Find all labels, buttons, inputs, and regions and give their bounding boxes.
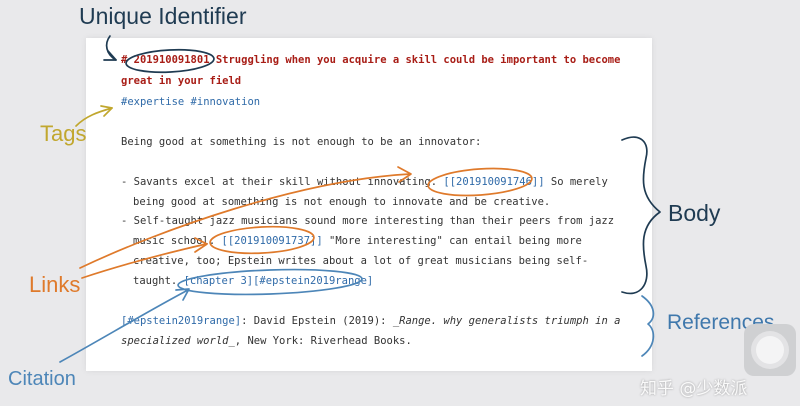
link-1-circle: [427, 167, 533, 197]
link-2-circle: [209, 225, 315, 255]
label-citation: Citation: [8, 368, 76, 390]
watermark: 知乎 @少数派: [640, 379, 748, 399]
floating-button[interactable]: [744, 324, 796, 376]
label-tags: Tags: [40, 121, 87, 146]
id-pointer-arrow: [105, 35, 117, 61]
links-arrow-2: [81, 243, 207, 279]
id-circle: [125, 48, 215, 74]
circle-button-icon: [756, 336, 784, 364]
label-body: Body: [668, 200, 721, 226]
references-brace: [641, 295, 655, 357]
label-links: Links: [29, 272, 81, 297]
label-unique-identifier: Unique Identifier: [79, 3, 247, 29]
body-brace: [621, 136, 661, 295]
citation-circle: [177, 268, 363, 296]
citation-arrow: [59, 289, 189, 363]
